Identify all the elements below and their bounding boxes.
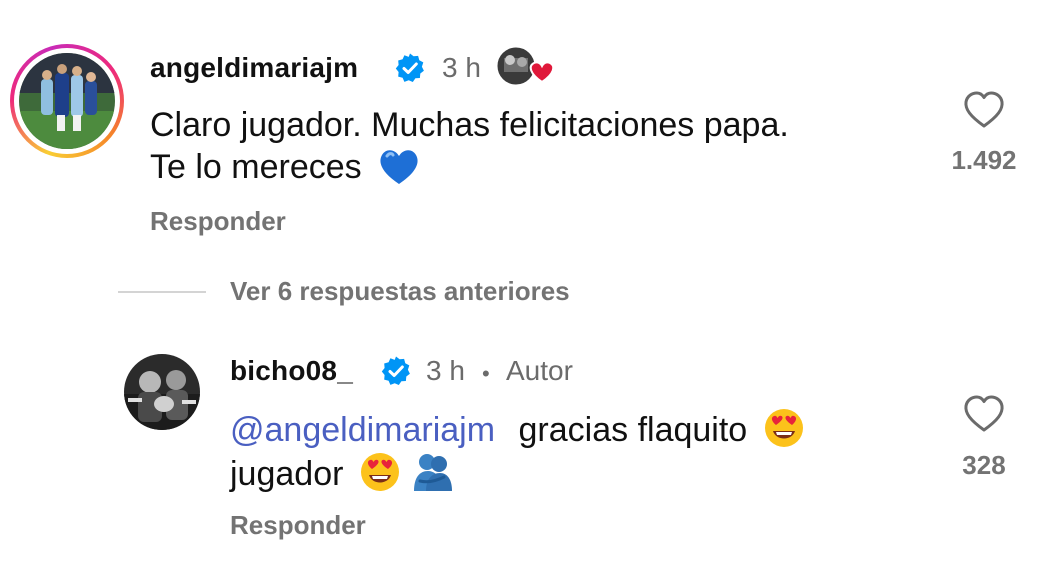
comment-body: Claro jugador. Muchas felicitaciones pap…	[150, 104, 789, 188]
reply-button[interactable]: Responder	[150, 206, 286, 237]
avatar-gap	[14, 48, 120, 154]
reply-button[interactable]: Responder	[230, 510, 366, 541]
reply-line-1-text: gracias flaquito	[518, 411, 748, 449]
blue-heart-emoji	[380, 150, 418, 184]
comment-line-1: Claro jugador. Muchas felicitaciones pap…	[150, 106, 789, 144]
reply-username[interactable]: bicho08_	[230, 355, 353, 387]
verified-badge-icon	[381, 356, 410, 385]
author-liked-heart-icon	[496, 46, 555, 86]
reply-line-2: jugador	[230, 451, 805, 495]
author-label: Autor	[506, 355, 573, 386]
reply-time: 3 h	[426, 355, 465, 386]
story-ring[interactable]	[10, 44, 124, 158]
comment-time: 3 h	[442, 52, 481, 83]
reply-line-1: @angeldimariajm gracias flaquito	[230, 407, 805, 451]
comment-username[interactable]: angeldimariajm	[150, 52, 358, 84]
comment-line-2: Te lo mereces	[150, 146, 789, 188]
like-count: 328	[962, 450, 1006, 480]
heart-eyes-emoji	[764, 409, 803, 447]
mention-link[interactable]: @angeldimariajm	[230, 411, 495, 449]
heart-outline-icon[interactable]	[962, 90, 1006, 130]
comment-line-2-text: Te lo mereces	[150, 148, 362, 186]
thread-divider	[118, 291, 206, 293]
people-hugging-emoji	[414, 454, 453, 491]
view-previous-replies-button[interactable]: Ver 6 respuestas anteriores	[230, 276, 570, 307]
like-count: 1.492	[951, 145, 1017, 175]
reply-line-2-text: jugador	[230, 455, 344, 493]
avatar-angeldimariajm[interactable]	[19, 53, 115, 149]
heart-eyes-emoji	[360, 453, 399, 491]
meta-separator: •	[482, 361, 490, 386]
reply-body: @angeldimariajm gracias flaquito jugador	[230, 407, 805, 495]
avatar-bicho08[interactable]	[124, 354, 200, 430]
author-liked-indicator	[496, 46, 558, 90]
heart-outline-icon[interactable]	[962, 394, 1006, 434]
verified-badge-icon	[395, 53, 424, 82]
